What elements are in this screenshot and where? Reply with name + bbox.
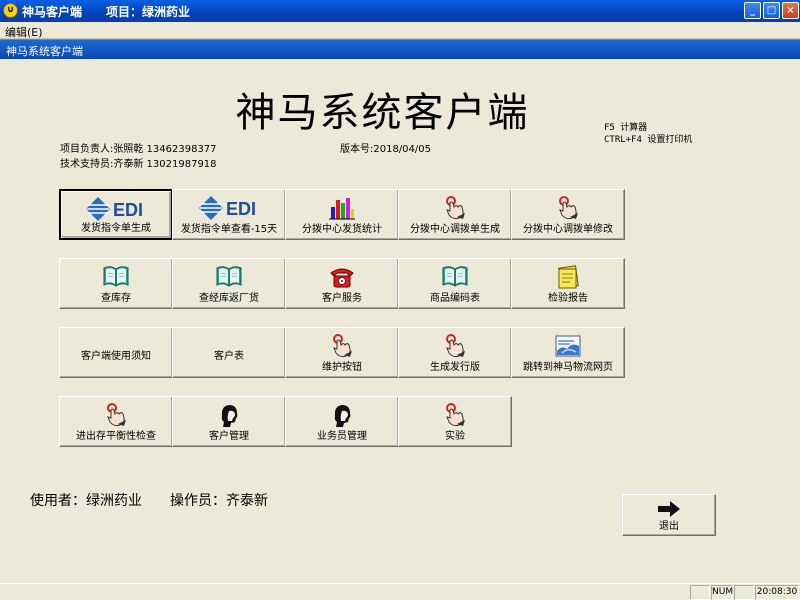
user-label: 使用者：绿洲药业: [30, 493, 142, 509]
tile-check-returned-goods[interactable]: 查经库返厂货: [172, 258, 286, 309]
tile-build-release[interactable]: 生成发行版: [398, 327, 512, 378]
status-num-lock: NUM: [711, 585, 733, 600]
pointing-hand-icon: [399, 402, 511, 428]
tile-dispatch-order-create[interactable]: EDI 发货指令单生成: [59, 189, 173, 240]
book-icon: [60, 264, 172, 290]
status-bar: NUM 20:08:30: [0, 583, 800, 600]
edi-logo-text: EDI: [113, 200, 143, 220]
shortcut-printer: CTRL+F4 设置打印机: [604, 135, 693, 145]
tile-label: 实验: [445, 431, 465, 442]
project-lead-info: 项目负责人:张照乾 13462398377: [60, 144, 217, 155]
notes-icon: [512, 264, 624, 290]
arrow-right-icon: [623, 499, 715, 519]
tile-dispatch-order-view-15d[interactable]: EDI 发货指令单查看-15天: [172, 189, 286, 240]
tile-label: 生成发行版: [430, 362, 480, 373]
tile-label: 客户管理: [209, 431, 249, 442]
status-clock: 20:08:30: [755, 585, 799, 600]
status-cell-empty: [690, 585, 710, 600]
book-icon: [173, 264, 285, 290]
pointing-hand-icon: [399, 195, 511, 221]
exit-label: 退出: [659, 521, 679, 532]
tile-label: 跳转到神马物流网页: [523, 362, 613, 373]
child-window-titlebar: 神马系统客户端: [0, 40, 800, 59]
pointing-hand-icon: [399, 333, 511, 359]
tile-label: 商品编码表: [430, 293, 480, 304]
tile-customer-table[interactable]: 客户表: [172, 327, 286, 378]
tile-label: 发货指令单查看-15天: [180, 224, 278, 235]
tile-distribution-shipping-stats[interactable]: 分拨中心发货统计: [285, 189, 399, 240]
tile-label: 分拨中心调拨单修改: [523, 224, 613, 235]
tile-maintenance-button[interactable]: 维护按钮: [285, 327, 399, 378]
tile-label: 客户表: [214, 351, 244, 362]
tile-experiment[interactable]: 实验: [398, 396, 512, 447]
exit-button[interactable]: 退出: [622, 494, 716, 536]
tile-product-code-table[interactable]: 商品编码表: [398, 258, 512, 309]
window-title: 神马客户端 项目：绿洲药业: [22, 5, 191, 19]
menu-item-edit[interactable]: 编辑(E): [5, 24, 43, 40]
tile-label: 客户端使用须知: [81, 351, 151, 362]
tech-support-info: 技术支持员:齐泰新 13021987918: [60, 159, 217, 170]
pointing-hand-icon: [286, 333, 398, 359]
tile-label: 发货指令单生成: [81, 223, 151, 234]
tile-salesperson-management[interactable]: 业务员管理: [285, 396, 399, 447]
tile-label: 查库存: [101, 293, 131, 304]
operator-label: 操作员：齐泰新: [170, 493, 268, 509]
tile-label: 查经库返厂货: [199, 293, 259, 304]
pointing-hand-icon: [512, 195, 624, 221]
pointing-hand-icon: [60, 402, 172, 428]
tile-inventory-balance-check[interactable]: 进出存平衡性检查: [59, 396, 173, 447]
tile-customer-service[interactable]: 客户服务: [285, 258, 399, 309]
web-page-icon: [512, 333, 624, 359]
tile-client-usage-notes[interactable]: 客户端使用须知: [59, 327, 173, 378]
version-info: 版本号:2018/04/05: [340, 144, 432, 155]
tile-label: 维护按钮: [322, 362, 362, 373]
tile-label: 分拨中心发货统计: [302, 224, 382, 235]
tile-open-logistics-website[interactable]: 跳转到神马物流网页: [511, 327, 625, 378]
tile-inspection-report[interactable]: 检验报告: [511, 258, 625, 309]
tile-distribution-transfer-create[interactable]: 分拨中心调拨单生成: [398, 189, 512, 240]
child-window-title: 神马系统客户端: [6, 45, 83, 58]
tile-check-inventory[interactable]: 查库存: [59, 258, 173, 309]
page-title: 神马系统客户端: [235, 90, 530, 136]
app-icon: ∪: [3, 3, 18, 18]
menu-bar: 编辑(E): [0, 22, 800, 39]
edi-logo-text: EDI: [226, 199, 256, 219]
close-button[interactable]: ×: [782, 2, 799, 19]
maximize-button[interactable]: □: [763, 2, 780, 19]
tile-label: 检验报告: [548, 293, 588, 304]
telephone-icon: [286, 264, 398, 290]
tile-distribution-transfer-edit[interactable]: 分拨中心调拨单修改: [511, 189, 625, 240]
person-head-icon: [286, 402, 398, 428]
status-cell-empty: [734, 585, 754, 600]
person-head-icon: [173, 402, 285, 428]
tile-label: 客户服务: [322, 293, 362, 304]
minimize-button[interactable]: _: [744, 2, 761, 19]
bar-chart-icon: [286, 195, 398, 221]
edi-logo-icon: EDI: [173, 195, 285, 221]
tile-label: 分拨中心调拨单生成: [410, 224, 500, 235]
tile-label: 进出存平衡性检查: [76, 431, 156, 442]
window-titlebar: ∪ 神马客户端 项目：绿洲药业 _ □ ×: [0, 0, 800, 22]
tile-label: 业务员管理: [317, 431, 367, 442]
tile-customer-management[interactable]: 客户管理: [172, 396, 286, 447]
book-icon: [399, 264, 511, 290]
